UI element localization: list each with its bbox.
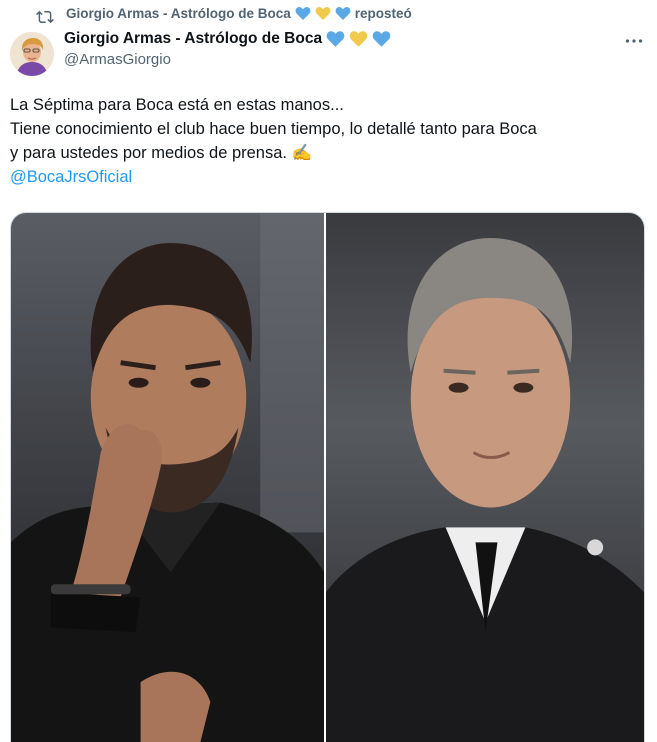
repost-icon [36,10,54,24]
tweet-line: y para ustedes por medios de prensa. ✍️ [10,144,313,162]
author-handle[interactable]: @ArmasGiorgio [64,51,391,68]
more-button[interactable] [623,32,645,50]
heart-emoji-blue [335,6,351,21]
heart-emoji-blue [326,30,345,48]
heart-emoji-blue [295,6,311,21]
mention-link[interactable]: @BocaJrsOficial [10,168,132,186]
tweet-line: La Séptima para Boca está en estas manos… [10,96,344,114]
man-portrait-image [326,213,644,742]
photo-left[interactable] [11,213,325,742]
more-icon [625,39,643,43]
repost-author: Giorgio Armas - Astrólogo de Boca [66,6,291,21]
heart-emoji-yellow [349,30,368,48]
author-block[interactable]: Giorgio Armas - Astrólogo de Boca @Armas… [64,30,391,68]
media-grid [10,212,645,742]
tweet-line: Tiene conocimiento el club hace buen tie… [10,120,537,138]
avatar[interactable] [10,32,54,76]
heart-emoji-blue [372,30,391,48]
heart-emoji-yellow [315,6,331,21]
repost-suffix: reposteó [354,6,412,21]
author-name[interactable]: Giorgio Armas - Astrólogo de Boca [64,30,391,48]
man-portrait-image [11,213,325,742]
author-display-name: Giorgio Armas - Astrólogo de Boca [64,30,323,47]
repost-label[interactable]: Giorgio Armas - Astrólogo de Boca repost… [66,6,412,21]
tweet-text: La Séptima para Boca está en estas manos… [10,93,650,189]
photo-right[interactable] [326,213,644,742]
